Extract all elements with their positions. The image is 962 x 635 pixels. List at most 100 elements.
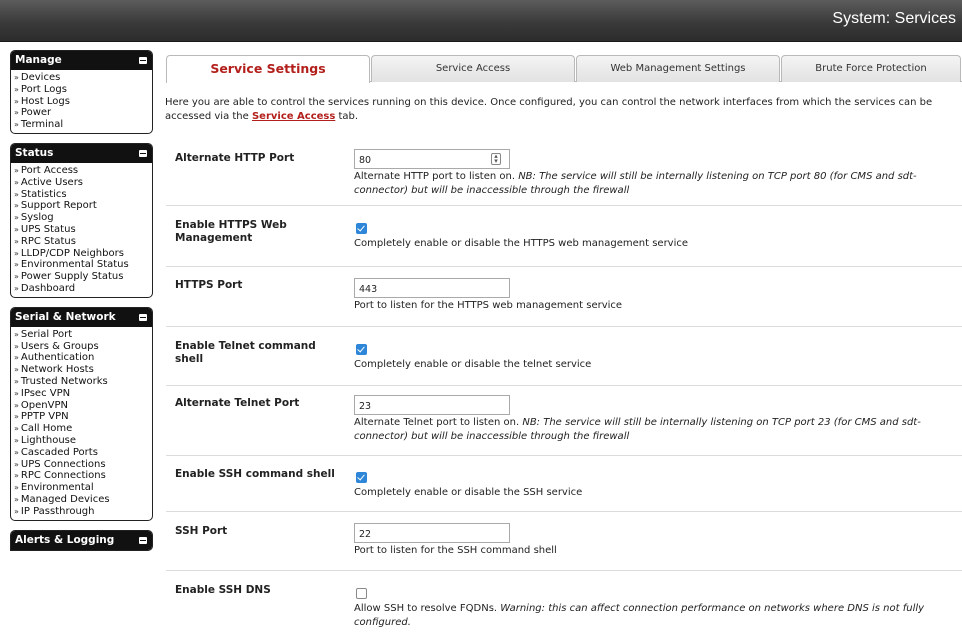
telnet-enable-checkbox[interactable] (356, 344, 367, 355)
sidebar-item-call-home[interactable]: » Call Home (14, 423, 149, 435)
telnet-enable-field-group: Completely enable or disable the telnet … (354, 340, 954, 372)
sidebar-item-label: RPC Connections (20, 470, 106, 482)
sidebar-section-header[interactable]: Alerts & Logging (11, 530, 152, 550)
https-port-value: 443 (359, 284, 378, 295)
sidebar-item-rpc-connections[interactable]: » RPC Connections (14, 470, 149, 482)
bullet-icon: » (14, 283, 19, 293)
sidebar-item-label: Managed Devices (20, 493, 110, 505)
sidebar-item-lldp-cdp-neighbors[interactable]: » LLDP/CDP Neighbors (14, 248, 149, 260)
bullet-icon: » (14, 341, 19, 351)
bullet-icon: » (14, 73, 19, 82)
sidebar-item-power[interactable]: » Power (14, 107, 149, 119)
tab-brute-force-protection[interactable]: Brute Force Protection (781, 55, 961, 82)
collapse-icon[interactable] (139, 313, 147, 321)
bullet-icon: » (14, 177, 19, 187)
sidebar-item-environmental[interactable]: » Environmental (14, 482, 149, 494)
ssh-dns-field-group: Allow SSH to resolve FQDNs. Warning: thi… (354, 584, 954, 630)
page-title: System: Services (832, 10, 956, 27)
collapse-icon[interactable] (139, 536, 147, 544)
sidebar-item-trusted-networks[interactable]: » Trusted Networks (14, 376, 149, 388)
intro-text: Here you are able to control the service… (165, 96, 955, 124)
sidebar-item-devices[interactable]: » Devices (14, 72, 149, 84)
sidebar-item-port-logs[interactable]: » Port Logs (14, 84, 149, 96)
spinner-icon[interactable]: ▴ ▾ (491, 153, 501, 165)
sidebar-item-lighthouse[interactable]: » Lighthouse (14, 435, 149, 447)
tab-service-settings[interactable]: Service Settings (166, 55, 370, 83)
sidebar-item-pptp-vpn[interactable]: » PPTP VPN (14, 411, 149, 423)
sidebar-item-label: Trusted Networks (20, 375, 108, 387)
sidebar-section-header[interactable]: Status (11, 143, 152, 163)
sidebar-section-alerts-logging: Alerts & Logging (10, 529, 153, 551)
sidebar-item-managed-devices[interactable]: » Managed Devices (14, 494, 149, 506)
sidebar-item-list: » Port Access» Active Users» Statistics» Sup… (11, 163, 152, 297)
sidebar-item-syslog[interactable]: » Syslog (14, 212, 149, 224)
bullet-icon: » (14, 400, 19, 410)
sidebar-item-ups-connections[interactable]: » UPS Connections (14, 459, 149, 471)
sidebar-item-terminal[interactable]: » Terminal (14, 119, 149, 131)
sidebar-item-label: RPC Status (20, 235, 76, 247)
telnet-port-desc-text: Alternate Telnet port to listen on. (354, 417, 523, 428)
sidebar-item-network-hosts[interactable]: » Network Hosts (14, 364, 149, 376)
setting-http-port: Alternate HTTP Port 80 ▴ ▾ Alternate HTTP… (166, 138, 962, 196)
sidebar-item-openvpn[interactable]: » OpenVPN (14, 400, 149, 412)
tab-web-management-settings[interactable]: Web Management Settings (576, 55, 780, 82)
http-port-input[interactable]: 80 ▴ ▾ (354, 149, 510, 169)
sidebar-item-rpc-status[interactable]: » RPC Status (14, 236, 149, 248)
bullet-icon: » (14, 108, 19, 118)
sidebar-section-header[interactable]: Manage (11, 51, 152, 70)
sidebar-item-label: UPS Connections (20, 458, 106, 470)
sidebar-item-power-supply-status[interactable]: » Power Supply Status (14, 271, 149, 283)
sidebar-item-serial-port[interactable]: » Serial Port (14, 329, 149, 341)
ssh-dns-label: Enable SSH DNS (175, 584, 271, 596)
bullet-icon: » (14, 494, 19, 504)
tab-service-access[interactable]: Service Access (371, 55, 575, 82)
bullet-icon: » (14, 248, 19, 258)
telnet-port-input[interactable]: 23 (354, 395, 510, 415)
sidebar-item-list: » Serial Port» Users & Groups» Authenticati… (11, 327, 152, 520)
sidebar-item-users-groups[interactable]: » Users & Groups (14, 341, 149, 353)
telnet-port-field-group: 23 Alternate Telnet port to listen on. N… (354, 395, 954, 444)
https-port-description: Port to listen for the HTTPS web managem… (354, 300, 623, 311)
collapse-icon[interactable] (139, 149, 147, 157)
sidebar-section-status: Status» Port Access» Active Users» Statisti… (10, 142, 153, 298)
sidebar-item-ipsec-vpn[interactable]: » IPsec VPN (14, 388, 149, 400)
sidebar-item-label: Devices (20, 72, 61, 83)
bullet-icon: » (14, 412, 19, 422)
sidebar-item-port-access[interactable]: » Port Access (14, 165, 149, 177)
sidebar-item-environmental-status[interactable]: » Environmental Status (14, 259, 149, 271)
bullet-icon: » (14, 376, 19, 386)
collapse-icon[interactable] (139, 57, 147, 64)
main-content: Service Settings Service Access Web Mana… (165, 55, 962, 628)
sidebar-item-label: Port Access (20, 164, 79, 176)
setting-https-port: HTTPS Port 443 Port to listen for the HT… (166, 266, 962, 326)
bullet-icon: » (14, 189, 19, 199)
sidebar-item-active-users[interactable]: » Active Users (14, 177, 149, 189)
sidebar-item-label: Dashboard (20, 282, 76, 294)
sidebar-item-statistics[interactable]: » Statistics (14, 189, 149, 201)
https-port-input[interactable]: 443 (354, 278, 510, 298)
ssh-enable-label: Enable SSH command shell (175, 468, 335, 480)
bullet-icon: » (14, 96, 19, 106)
ssh-port-label: SSH Port (175, 525, 228, 537)
sidebar-item-cascaded-ports[interactable]: » Cascaded Ports (14, 447, 149, 459)
bullet-icon: » (14, 483, 19, 493)
sidebar-item-ip-passthrough[interactable]: » IP Passthrough (14, 506, 149, 518)
sidebar-item-dashboard[interactable]: » Dashboard (14, 283, 149, 295)
service-access-link[interactable]: Service Access (252, 111, 335, 122)
ssh-enable-checkbox[interactable] (356, 472, 367, 483)
sidebar-item-label: Cascaded Ports (20, 446, 98, 458)
sidebar-item-ups-status[interactable]: » UPS Status (14, 224, 149, 236)
bullet-icon: » (14, 329, 19, 339)
sidebar-item-label: Active Users (20, 176, 84, 188)
sidebar-item-label: Authentication (20, 352, 95, 364)
sidebar-item-label: IPsec VPN (20, 387, 71, 399)
sidebar-item-authentication[interactable]: » Authentication (14, 352, 149, 364)
ssh-dns-checkbox[interactable] (356, 588, 367, 599)
sidebar-item-label: Environmental (20, 482, 94, 494)
sidebar-item-host-logs[interactable]: » Host Logs (14, 96, 149, 108)
sidebar-section-header[interactable]: Serial & Network (11, 307, 152, 327)
https-enable-checkbox[interactable] (356, 223, 367, 234)
ssh-dns-desc-text: Allow SSH to resolve FQDNs. (354, 603, 501, 614)
ssh-port-input[interactable]: 22 (354, 523, 510, 543)
sidebar-item-support-report[interactable]: » Support Report (14, 200, 149, 212)
